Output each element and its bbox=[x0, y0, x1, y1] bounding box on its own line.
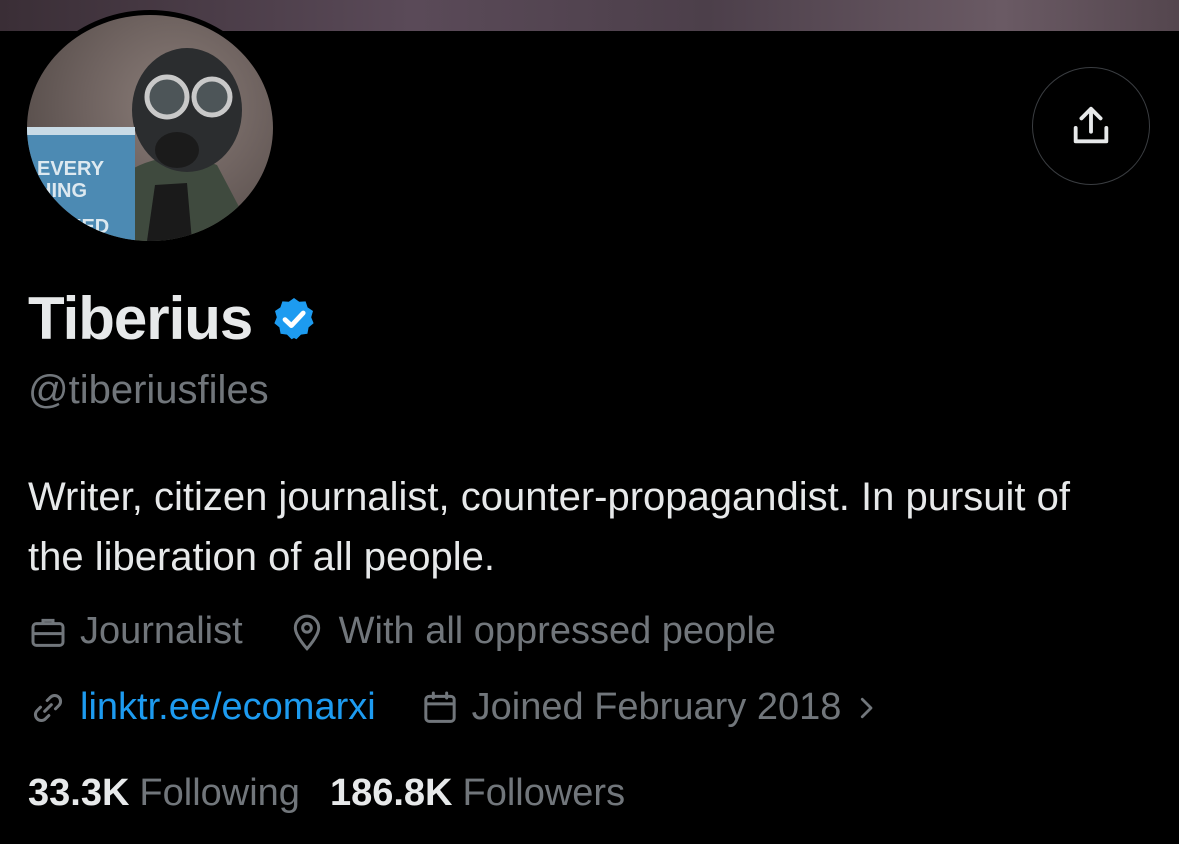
briefcase-icon bbox=[31, 618, 65, 647]
joined-item[interactable]: Joined February 2018 bbox=[420, 686, 894, 729]
user-handle: @tiberiusfiles bbox=[28, 368, 269, 412]
display-name: Tiberius bbox=[28, 285, 253, 352]
followers-count: 186.8K bbox=[329, 772, 453, 814]
following-label: Following bbox=[139, 772, 300, 814]
avatar-book-line3: KED bbox=[67, 216, 109, 238]
avatar-book-line1: EVERY bbox=[37, 158, 105, 180]
verified-badge-icon[interactable] bbox=[270, 295, 318, 343]
following-stat[interactable]: 33.3K Following bbox=[28, 772, 300, 815]
avatar-image: EVERY HING KED bbox=[22, 10, 278, 246]
avatar[interactable]: EVERY HING KED bbox=[22, 10, 278, 246]
followers-stat[interactable]: 186.8K Followers bbox=[330, 772, 625, 815]
chevron-right-icon bbox=[861, 697, 873, 718]
website-link[interactable]: linktr.ee/ecomarxi bbox=[80, 686, 376, 729]
profession-item: Journalist bbox=[28, 610, 243, 653]
profile-meta-row-1: Journalist With all oppressed people bbox=[28, 610, 820, 653]
avatar-illustration: EVERY HING KED bbox=[27, 48, 257, 241]
location-text: With all oppressed people bbox=[338, 610, 776, 652]
website-item[interactable]: linktr.ee/ecomarxi bbox=[28, 686, 376, 729]
location-item: With all oppressed people bbox=[287, 610, 776, 653]
share-icon bbox=[1073, 106, 1109, 144]
avatar-book-line2: HING bbox=[37, 180, 87, 202]
joined-text: Joined February 2018 bbox=[471, 686, 842, 728]
profile-bio: Writer, citizen journalist, counter-prop… bbox=[28, 475, 1070, 579]
profile-stats: 33.3K Following 186.8K Followers bbox=[28, 772, 655, 815]
profile-meta-row-2: linktr.ee/ecomarxi Joined February 2018 bbox=[28, 686, 937, 729]
name-row: Tiberius bbox=[28, 284, 318, 353]
share-button[interactable] bbox=[1032, 67, 1150, 185]
followers-label: Followers bbox=[462, 772, 626, 814]
link-icon bbox=[34, 693, 62, 722]
profession-text: Journalist bbox=[80, 610, 243, 652]
following-count: 33.3K bbox=[28, 772, 130, 814]
calendar-icon bbox=[424, 691, 456, 723]
location-pin-icon bbox=[293, 614, 320, 651]
